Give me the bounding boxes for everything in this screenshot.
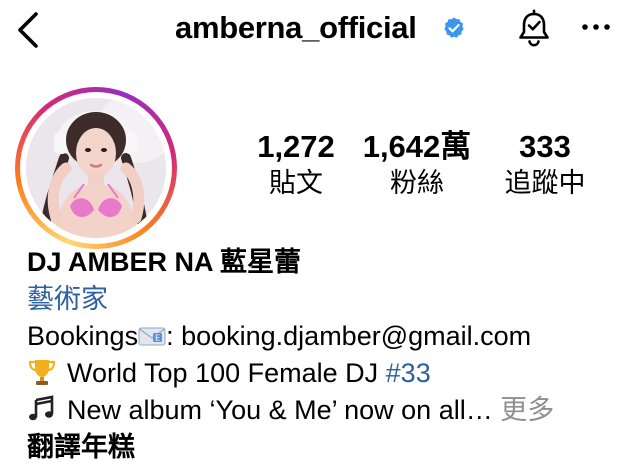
stat-posts-label: 貼文 [269, 168, 323, 198]
profile-stats: 1,272 貼文 1,642萬 粉絲 333 追蹤中 [230, 128, 620, 208]
stat-followers[interactable]: 1,642萬 粉絲 [352, 128, 482, 200]
bio-award-line: World Top 100 Female DJ #33 [27, 355, 627, 392]
stat-posts-count: 1,272 [257, 129, 335, 164]
profile-category[interactable]: 藝術家 [27, 281, 627, 318]
music-notes-emoji [29, 395, 54, 421]
avatar [26, 98, 166, 238]
avatar-photo-illustration [26, 98, 166, 238]
stat-following-label: 追蹤中 [504, 168, 586, 198]
envelope-emoji: E [138, 327, 166, 346]
bio-bookings-prefix: Bookings [27, 321, 139, 351]
stat-followers-label: 粉絲 [390, 168, 444, 198]
hashtag-link[interactable]: #33 [386, 358, 431, 388]
bio-album-line: New album ‘You & Me’ now on all… 更多 [27, 392, 627, 429]
bell-icon[interactable] [516, 9, 552, 49]
translate-button[interactable]: 翻譯年糕 [27, 429, 627, 466]
stat-followers-count: 1,642萬 [362, 129, 472, 164]
svg-text:E: E [155, 334, 160, 343]
stat-following[interactable]: 333 追蹤中 [495, 128, 595, 200]
bio-award-text: World Top 100 Female DJ [67, 358, 386, 388]
display-name: DJ AMBER NA 藍星蕾 [27, 247, 302, 277]
profile-username: amberna_official [175, 10, 417, 45]
back-arrow-icon[interactable] [14, 10, 44, 50]
bio-more-button[interactable]: 更多 [500, 395, 554, 425]
bio-bookings-line: Bookings E : booking.djamber@gmail.com [27, 318, 627, 355]
trophy-emoji [28, 360, 56, 385]
stat-posts[interactable]: 1,272 貼文 [246, 128, 346, 200]
bio-bookings-email: : booking.djamber@gmail.com [166, 321, 532, 351]
stat-following-count: 333 [519, 129, 571, 164]
verified-badge-icon [444, 17, 464, 38]
profile-bio: DJ AMBER NA 藍星蕾 藝術家 Bookings E : booking… [27, 244, 627, 466]
more-options-icon[interactable] [581, 22, 611, 32]
top-bar: amberna_official [0, 0, 640, 60]
bio-album-text: New album ‘You & Me’ now on all… [67, 395, 493, 425]
avatar-story-ring[interactable] [15, 87, 177, 249]
